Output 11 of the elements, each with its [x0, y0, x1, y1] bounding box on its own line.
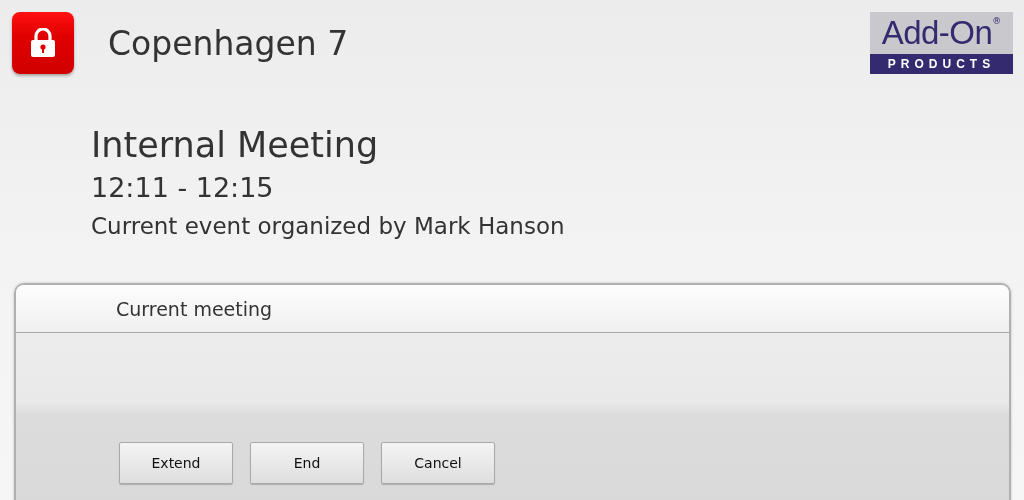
- panel-title: Current meeting: [116, 297, 273, 320]
- event-title: Internal Meeting: [91, 124, 380, 167]
- lock-button[interactable]: [12, 12, 74, 74]
- event-organizer: Current event organized by Mark Hanson: [91, 212, 566, 241]
- action-button[interactable]: Cancel: [381, 442, 495, 484]
- company-logo: Add-On® PRODUCTS: [870, 12, 1013, 74]
- padlock-icon: [30, 28, 56, 58]
- action-button[interactable]: End: [250, 442, 364, 484]
- action-button[interactable]: Extend: [119, 442, 233, 484]
- event-time: 12:11 - 12:15: [91, 171, 275, 205]
- room-name: Copenhagen 7: [108, 23, 349, 63]
